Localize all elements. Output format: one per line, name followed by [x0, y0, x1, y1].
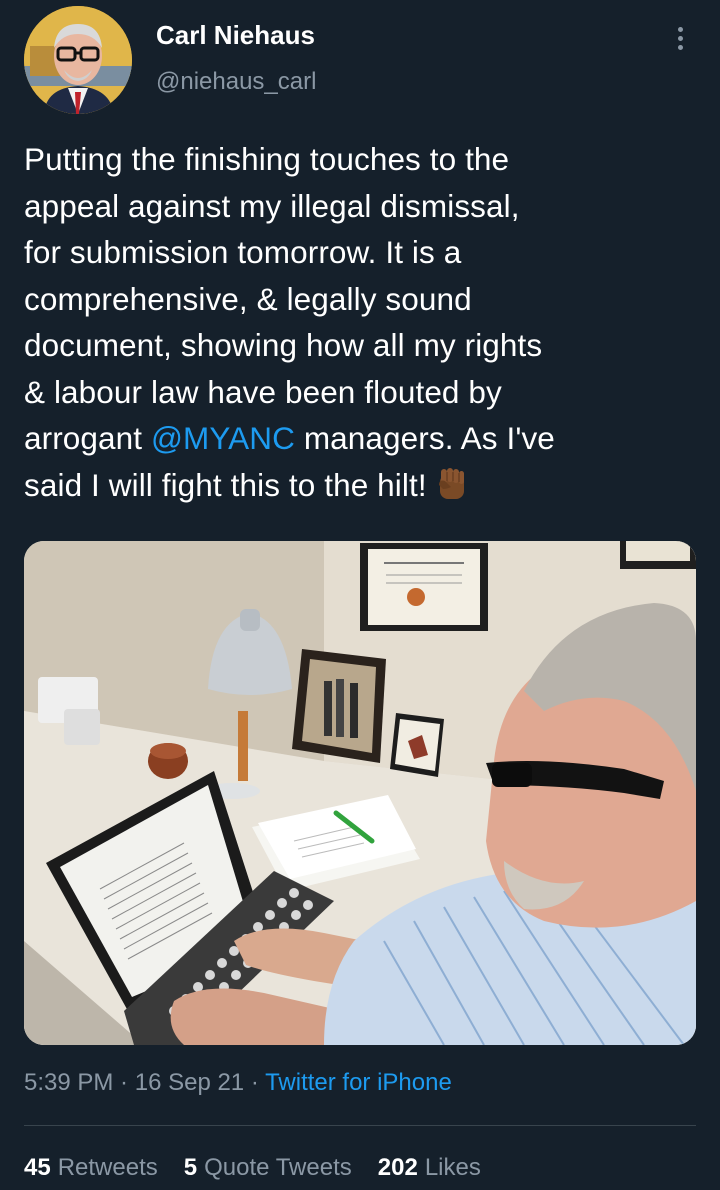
avatar-image — [24, 6, 132, 114]
quote-tweets-label: Quote Tweets — [204, 1154, 352, 1181]
retweets-stat[interactable]: 45 Retweets — [24, 1154, 158, 1182]
raised-fist-emoji-icon — [433, 465, 471, 503]
tweet-photo[interactable] — [24, 541, 696, 1045]
quote-tweets-stat[interactable]: 5 Quote Tweets — [184, 1154, 352, 1182]
tweet-stats: 45 Retweets 5 Quote Tweets 202 Likes — [24, 1154, 481, 1182]
tweet-text-part-1: Putting the finishing touches to the app… — [24, 141, 543, 456]
likes-label: Likes — [424, 1154, 481, 1181]
tweet-date[interactable]: 16 Sep 21 — [135, 1069, 244, 1096]
likes-count: 202 — [377, 1154, 418, 1181]
tweet-time[interactable]: 5:39 PM — [24, 1069, 113, 1096]
tweet-source-link[interactable]: Twitter for iPhone — [265, 1069, 452, 1096]
retweets-count: 45 — [24, 1154, 51, 1181]
mention-link[interactable]: @MYANC — [151, 420, 295, 456]
meta-separator: · — [244, 1069, 266, 1096]
retweets-label: Retweets — [57, 1154, 158, 1181]
tweet-text: Putting the finishing touches to the app… — [24, 136, 694, 508]
likes-stat[interactable]: 202 Likes — [378, 1154, 481, 1182]
author-handle[interactable]: @niehaus_carl — [156, 68, 316, 96]
avatar[interactable] — [24, 6, 132, 114]
author-name[interactable]: Carl Niehaus — [156, 20, 315, 51]
divider — [24, 1125, 696, 1126]
quote-tweets-count: 5 — [183, 1154, 198, 1181]
tweet-meta: 5:39 PM · 16 Sep 21 · Twitter for iPhone — [24, 1069, 452, 1097]
more-options-icon[interactable] — [664, 18, 696, 58]
photo-illustration — [24, 541, 696, 1045]
meta-separator: · — [113, 1069, 135, 1096]
